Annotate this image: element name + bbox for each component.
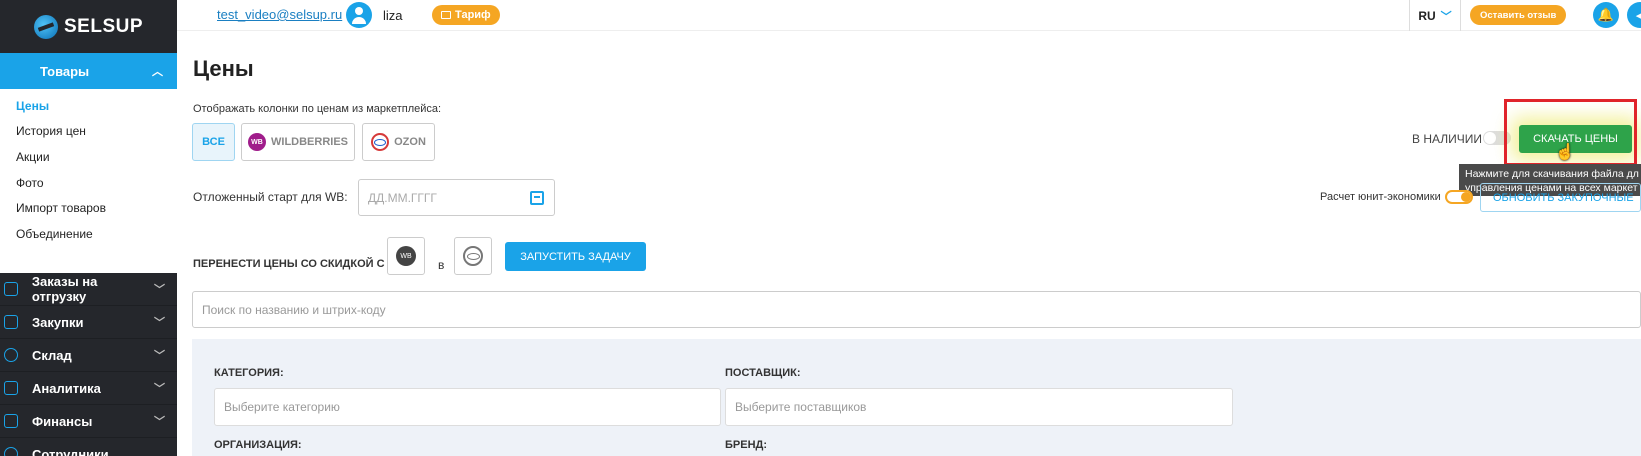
subnav-item-price-history[interactable]: История цен xyxy=(0,119,177,145)
unit-economics-toggle[interactable] xyxy=(1445,190,1473,204)
page-title: Цены xyxy=(193,56,254,81)
update-purchase-prices-button[interactable]: ОБНОВИТЬ ЗАКУПОЧНЫЕ xyxy=(1480,183,1641,212)
cart-icon xyxy=(4,315,18,329)
sidebar-item-analytics[interactable]: Аналитика ﹀ xyxy=(0,372,177,405)
subnav-item-merge[interactable]: Объединение xyxy=(0,221,177,247)
logo[interactable]: SELSUP xyxy=(0,0,177,53)
bell-icon[interactable]: 🔔 xyxy=(1593,2,1619,28)
sidebar-item-label: Заказы на отгрузку xyxy=(31,274,98,304)
transfer-to-label: в xyxy=(438,258,445,272)
sidebar-item-label: Закупки xyxy=(32,314,84,330)
ozon-icon xyxy=(463,246,483,266)
sidebar-item-orders[interactable]: Заказы на отгрузку ﹀ xyxy=(0,273,177,306)
avatar[interactable] xyxy=(346,2,372,28)
chart-icon xyxy=(4,381,18,395)
subnav-item-import[interactable]: Импорт товаров xyxy=(0,195,177,221)
subnav-item-promotions[interactable]: Акции xyxy=(0,144,177,170)
filters-panel: КАТЕГОРИЯ: ПОСТАВЩИК: Выберите категорию… xyxy=(192,339,1641,456)
chevron-down-icon: ﹀ xyxy=(1440,10,1452,23)
supplier-label: ПОСТАВЩИК: xyxy=(725,367,801,379)
marketplace-filter-all[interactable]: ВСЕ xyxy=(192,123,235,161)
marketplace-filter-wildberries[interactable]: WB WILDBERRIES xyxy=(241,123,355,161)
collapse-icon[interactable]: ◀ xyxy=(1627,2,1641,28)
date-placeholder: ДД.ММ.ГГГГ xyxy=(368,190,437,205)
chevron-up-icon: ︿ xyxy=(152,66,163,78)
sidebar-item-products[interactable]: Товары ︿ xyxy=(0,53,177,89)
organization-label: ОРГАНИЗАЦИЯ: xyxy=(214,439,302,451)
run-task-button[interactable]: ЗАПУСТИТЬ ЗАДАЧУ xyxy=(505,242,646,271)
ozon-icon xyxy=(371,133,390,151)
card-icon xyxy=(441,11,451,19)
sidebar-item-label: Аналитика xyxy=(32,380,101,396)
feedback-button[interactable]: Оставить отзыв xyxy=(1470,5,1567,25)
sidebar-item-finance[interactable]: Финансы ﹀ xyxy=(0,405,177,438)
transfer-prices-label: ПЕРЕНЕСТИ ЦЕНЫ СО СКИДКОЙ С xyxy=(193,258,385,270)
logo-text: SELSUP xyxy=(64,15,144,37)
sidebar-item-purchases[interactable]: Закупки ﹀ xyxy=(0,306,177,339)
transfer-from-wb-button[interactable]: WB xyxy=(387,237,425,275)
sidebar-item-warehouse[interactable]: Склад ﹀ xyxy=(0,339,177,372)
category-select[interactable]: Выберите категорию xyxy=(214,388,721,426)
subnav-item-prices[interactable]: Цены xyxy=(0,93,177,119)
unit-economics-label: Расчет юнит-экономики xyxy=(1320,191,1441,203)
calendar-icon[interactable] xyxy=(530,191,544,205)
supplier-select[interactable]: Выберите поставщиков xyxy=(725,388,1233,426)
marketplace-label: WILDBERRIES xyxy=(271,136,348,148)
pointer-cursor-icon: ☝ xyxy=(1555,144,1575,161)
sidebar-item-staff[interactable]: Сотрудники xyxy=(0,438,177,456)
warehouse-icon xyxy=(4,348,18,362)
logo-icon xyxy=(34,14,58,39)
language-value: RU xyxy=(1418,8,1436,23)
sidebar-item-label: Финансы xyxy=(32,413,93,429)
sidebar-item-label: Сотрудники xyxy=(32,446,109,456)
transfer-to-ozon-button[interactable] xyxy=(454,237,492,275)
wildberries-icon: WB xyxy=(248,133,266,151)
sidebar-item-label: Склад xyxy=(32,347,72,363)
search-input[interactable]: Поиск по названию и штрих-коду xyxy=(192,291,1641,328)
chevron-down-icon: ﹀ xyxy=(154,284,165,296)
username: liza xyxy=(383,8,403,23)
topbar: test_video@selsup.ru liza Тариф RU ﹀ Ост… xyxy=(177,0,1641,31)
wb-start-date-input[interactable]: ДД.ММ.ГГГГ xyxy=(358,179,555,216)
marketplace-label: OZON xyxy=(394,136,426,148)
brand-label: БРЕНД: xyxy=(725,439,768,451)
chevron-down-icon: ﹀ xyxy=(154,416,165,428)
language-select[interactable]: RU ﹀ xyxy=(1409,0,1461,31)
tariff-button[interactable]: Тариф xyxy=(432,5,500,25)
wildberries-icon: WB xyxy=(396,246,416,266)
products-subnav: Цены История цен Акции Фото Импорт товар… xyxy=(0,89,177,273)
in-stock-label: В НАЛИЧИИ xyxy=(1412,132,1483,146)
tariff-label: Тариф xyxy=(455,9,491,21)
category-label: КАТЕГОРИЯ: xyxy=(214,367,284,379)
user-icon xyxy=(4,447,18,456)
chevron-down-icon: ﹀ xyxy=(154,317,165,329)
chevron-down-icon: ﹀ xyxy=(154,350,165,362)
chevron-down-icon: ﹀ xyxy=(154,383,165,395)
subnav-item-photo[interactable]: Фото xyxy=(0,170,177,196)
tooltip-line: Нажмите для скачивания файла дл xyxy=(1465,168,1639,180)
main-content: Цены Отображать колонки по ценам из марк… xyxy=(177,31,1641,456)
user-email-link[interactable]: test_video@selsup.ru xyxy=(217,7,342,22)
marketplace-filter-ozon[interactable]: OZON xyxy=(362,123,435,161)
sidebar: SELSUP Товары ︿ Цены История цен Акции Ф… xyxy=(0,0,177,456)
box-icon xyxy=(4,282,18,296)
marketplace-columns-label: Отображать колонки по ценам из маркетпле… xyxy=(193,103,442,115)
sidebar-item-label: Товары xyxy=(40,63,90,79)
wallet-icon xyxy=(4,414,18,428)
wb-delayed-start-label: Отложенный старт для WB: xyxy=(193,190,348,204)
